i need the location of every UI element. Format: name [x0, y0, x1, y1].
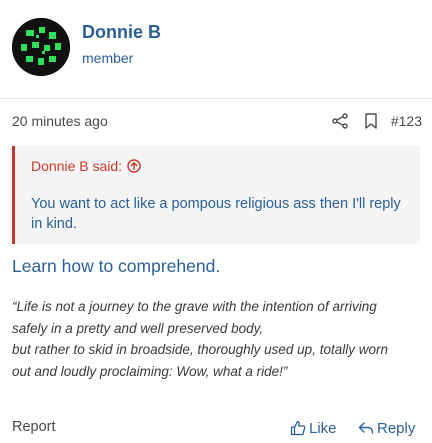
user-title: member: [82, 50, 134, 66]
reply-label: Reply: [377, 419, 416, 437]
avatar[interactable]: [12, 18, 70, 76]
quote-block: Donnie B said: You want to act like a po…: [12, 146, 420, 244]
reply-headline: Learn how to comprehend.: [12, 256, 221, 276]
share-icon[interactable]: [332, 113, 348, 129]
report-link[interactable]: Report: [12, 419, 56, 435]
quotation-line: but rather to skid in broadside, thoroug…: [12, 342, 388, 357]
like-label: Like: [309, 419, 337, 437]
quote-author-link[interactable]: Donnie B said:: [31, 158, 122, 174]
quotation-line: safely in a pretty and well preserved bo…: [12, 320, 264, 336]
like-button[interactable]: Like: [290, 417, 337, 439]
arrow-up-circle-icon[interactable]: [127, 159, 141, 173]
bookmark-icon[interactable]: [364, 113, 378, 129]
avatar-icon: [12, 18, 70, 76]
reply-arrow-icon: [358, 422, 374, 434]
quotation-text: “Life is not a journey to the grave with…: [12, 296, 422, 382]
reply-button[interactable]: Reply: [358, 417, 415, 439]
quotation-line: out and loudly proclaiming: Wow, what a …: [12, 363, 288, 379]
username-link[interactable]: Donnie B: [82, 22, 161, 43]
header-divider: [0, 98, 432, 99]
user-header: Donnie B member: [12, 18, 422, 88]
forum-post: Donnie B member 20 minutes ago #123 Donn…: [0, 0, 432, 443]
post-actions: Report Like Reply: [12, 417, 422, 439]
thumbs-up-icon: [290, 420, 306, 436]
post-timestamp[interactable]: 20 minutes ago: [12, 113, 108, 129]
post-number-link[interactable]: #123: [391, 113, 422, 129]
quotation-line: “Life is not a journey to the grave with…: [12, 299, 377, 314]
quote-text: You want to act like a pompous religious…: [31, 196, 401, 232]
post-meta: 20 minutes ago #123: [12, 110, 422, 134]
